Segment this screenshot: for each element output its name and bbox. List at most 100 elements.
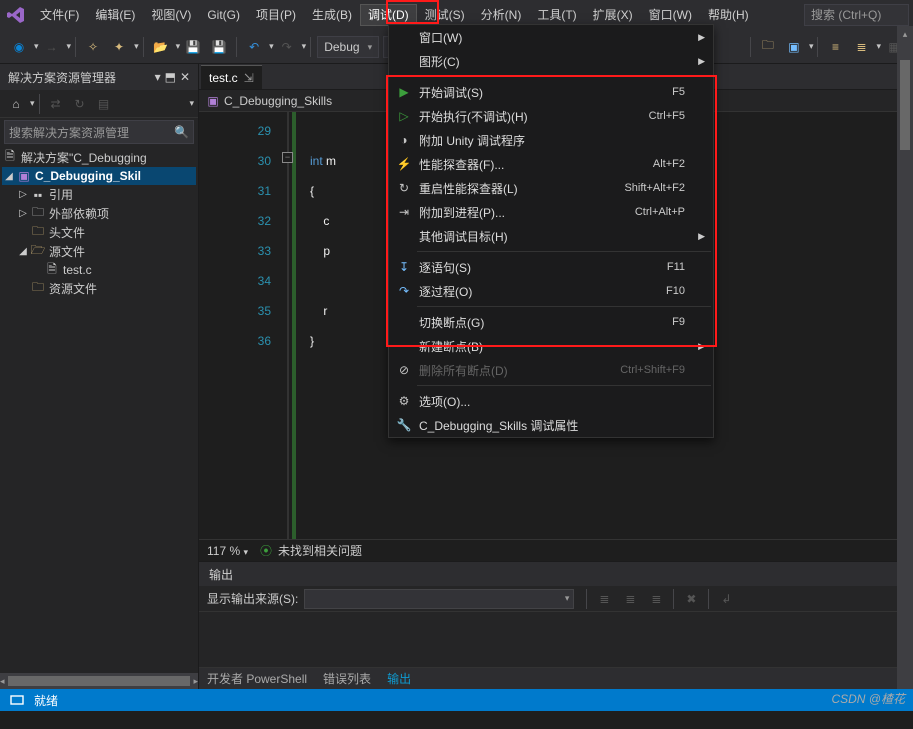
tree-solution[interactable]: 🗎 解决方案"C_Debugging [2, 148, 196, 167]
dd-new-bp[interactable]: 新建断点(B)▶ [389, 334, 713, 358]
dropdown-icon[interactable]: ▾ [34, 41, 39, 52]
undo-icon[interactable]: ↶ [242, 35, 266, 59]
tab-output[interactable]: 输出 [379, 668, 419, 690]
out-btn3-icon[interactable]: ≣ [644, 587, 668, 611]
folder-open-icon: 🗁 [30, 244, 46, 260]
sidebar-scrollbar[interactable]: ◂▸ [0, 673, 198, 689]
delete-bp-icon: ⊘ [395, 363, 413, 377]
solution-search[interactable]: 搜索解决方案资源管理 🔍 [4, 120, 194, 144]
out-clear-icon[interactable]: ✖ [679, 587, 703, 611]
tb-stack2-icon[interactable]: ≣ [849, 35, 873, 59]
dd-step-into[interactable]: ↧逐语句(S)F11 [389, 255, 713, 279]
menu-build[interactable]: 生成(B) [304, 4, 360, 26]
editor-scrollbar[interactable]: ▴ [897, 112, 913, 539]
tree-resources[interactable]: 🗀 资源文件 [2, 279, 196, 298]
nav-fwd-icon[interactable]: → [40, 35, 64, 59]
dd-attach-unity[interactable]: ◑附加 Unity 调试程序 [389, 128, 713, 152]
dd-relaunch-perf[interactable]: ↻重启性能探查器(L)Shift+Alt+F2 [389, 176, 713, 200]
menu-debug[interactable]: 调试(D) [360, 4, 417, 26]
dd-options[interactable]: ⚙选项(O)... [389, 389, 713, 413]
output-source-combo[interactable]: ▾ [304, 589, 574, 609]
add-item-icon[interactable]: ✦ [107, 35, 131, 59]
dd-toggle-bp[interactable]: 切换断点(G)F9 [389, 310, 713, 334]
out-wrap-icon[interactable]: ↲ [714, 587, 738, 611]
menu-file[interactable]: 文件(F) [32, 4, 87, 26]
output-toolbar: 显示输出来源(S): ▾ ≣ ≣ ≣ ✖ ↲ [199, 586, 913, 612]
save-all-icon[interactable]: 💾 [207, 35, 231, 59]
dd-window[interactable]: 窗口(W)▶ [389, 25, 713, 49]
tb-window-icon[interactable]: ▣ [782, 35, 806, 59]
folder-icon: 🗀 [30, 225, 46, 241]
panel-menu-icon[interactable]: ▾ [155, 70, 161, 84]
dropdown-icon[interactable]: ▾ [269, 41, 274, 52]
dd-del-bp: ⊘删除所有断点(D)Ctrl+Shift+F9 [389, 358, 713, 382]
vs-logo-icon [4, 3, 28, 27]
watermark-text: CSDN @楂花 [831, 690, 905, 707]
dd-step-over[interactable]: ↷逐过程(O)F10 [389, 279, 713, 303]
menu-edit[interactable]: 编辑(E) [87, 4, 143, 26]
output-title: 输出 [199, 562, 913, 586]
menu-view[interactable]: 视图(V) [143, 4, 199, 26]
status-rect-icon [10, 693, 24, 707]
dd-attach-proc[interactable]: ⇥附加到进程(P)...Ctrl+Alt+P [389, 200, 713, 224]
dropdown-icon[interactable]: ▾ [302, 41, 307, 52]
tree-project[interactable]: ◢▣ C_Debugging_Skil [2, 167, 196, 185]
dd-perf[interactable]: ⚡性能探查器(F)...Alt+F2 [389, 152, 713, 176]
menu-tools[interactable]: 工具(T) [529, 4, 584, 26]
perf-icon: ⚡ [395, 157, 413, 171]
dropdown-icon[interactable]: ▾ [176, 41, 181, 52]
tree-testc[interactable]: 🗎 test.c [2, 261, 196, 279]
collapse-icon[interactable]: − [282, 152, 293, 163]
dropdown-icon[interactable]: ▾ [809, 41, 814, 52]
tree-refs[interactable]: ▷▪▪ 引用 [2, 185, 196, 204]
dropdown-icon[interactable]: ▾ [30, 98, 35, 109]
out-btn2-icon[interactable]: ≣ [618, 587, 642, 611]
tb-stack-icon[interactable]: ≡ [823, 35, 847, 59]
refresh-icon[interactable]: ↻ [69, 93, 91, 115]
pin-icon[interactable]: ⇲ [244, 71, 254, 85]
home-icon[interactable]: ⌂ [5, 93, 27, 115]
dropdown-icon[interactable]: ▾ [67, 41, 72, 52]
tab-powershell[interactable]: 开发者 PowerShell [199, 668, 315, 690]
dropdown-icon[interactable]: ▾ [134, 41, 139, 52]
menu-test[interactable]: 测试(S) [417, 4, 473, 26]
dd-graphics[interactable]: 图形(C)▶ [389, 49, 713, 73]
dropdown-icon[interactable]: ▾ [189, 98, 194, 109]
redo-icon[interactable]: ↷ [275, 35, 299, 59]
tree-headers[interactable]: 🗀 头文件 [2, 223, 196, 242]
menu-project[interactable]: 项目(P) [248, 4, 304, 26]
save-icon[interactable]: 💾 [181, 35, 205, 59]
step-into-icon: ↧ [395, 260, 413, 274]
new-project-icon[interactable]: ✧ [81, 35, 105, 59]
debug-dropdown: 窗口(W)▶ 图形(C)▶ ▶开始调试(S)F5 ▷开始执行(不调试)(H)Ct… [388, 24, 714, 438]
filter-icon[interactable]: ▤ [93, 93, 115, 115]
menu-extensions[interactable]: 扩展(X) [585, 4, 641, 26]
dd-start-debug[interactable]: ▶开始调试(S)F5 [389, 80, 713, 104]
tab-error-list[interactable]: 错误列表 [315, 668, 379, 690]
open-file-icon[interactable]: 📂 [149, 35, 173, 59]
menu-help[interactable]: 帮助(H) [700, 4, 757, 26]
sync-icon[interactable]: ⇄ [45, 93, 67, 115]
tab-testc[interactable]: test.c⇲ [201, 65, 262, 89]
pin-icon[interactable]: ⬒ [165, 70, 176, 84]
menu-window[interactable]: 窗口(W) [641, 4, 700, 26]
dd-other-targets[interactable]: 其他调试目标(H)▶ [389, 224, 713, 248]
dropdown-icon[interactable]: ▾ [876, 41, 881, 52]
close-icon[interactable]: ✕ [180, 70, 190, 84]
global-search[interactable]: 搜索 (Ctrl+Q) [804, 4, 909, 26]
menu-git[interactable]: Git(G) [199, 4, 248, 26]
out-btn1-icon[interactable]: ≣ [592, 587, 616, 611]
zoom-combo[interactable]: 117 % ▾ [207, 544, 248, 558]
code-body[interactable]: − int m { c p r } [292, 112, 336, 539]
nav-back-icon[interactable]: ◉ [7, 35, 31, 59]
menu-analyze[interactable]: 分析(N) [473, 4, 530, 26]
config-combo[interactable]: Debug▾ [317, 36, 379, 58]
tb-folder-icon[interactable]: 🗀 [756, 35, 780, 59]
dd-start-nodebug[interactable]: ▷开始执行(不调试)(H)Ctrl+F5 [389, 104, 713, 128]
tree-external[interactable]: ▷🗀 外部依赖项 [2, 204, 196, 223]
tree-sources[interactable]: ◢🗁 源文件 [2, 242, 196, 261]
solution-icon: 🗎 [2, 150, 18, 166]
gear-icon: ⚙ [395, 394, 413, 408]
dd-props[interactable]: 🔧C_Debugging_Skills 调试属性 [389, 413, 713, 437]
attach-icon: ⇥ [395, 205, 413, 219]
